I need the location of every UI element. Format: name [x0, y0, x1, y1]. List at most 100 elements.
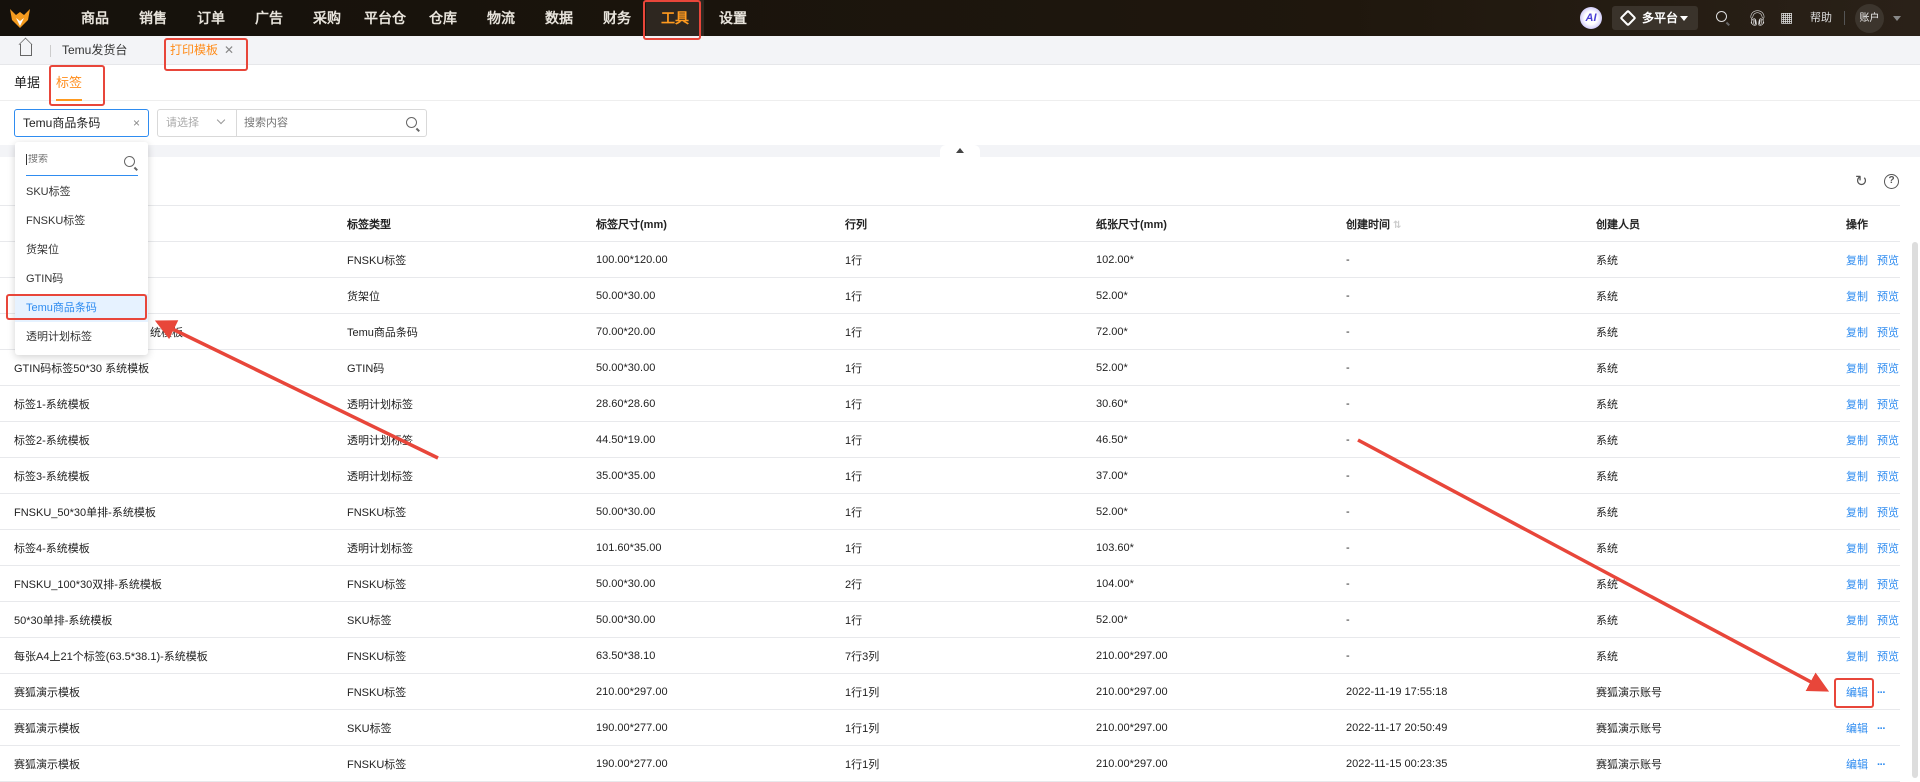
- preview-button[interactable]: 预览: [1877, 255, 1899, 267]
- home-icon[interactable]: [20, 44, 32, 56]
- cell-name: FNSKU_50*30单排-系统模板: [0, 493, 333, 530]
- nav-item[interactable]: 物流: [472, 0, 530, 36]
- preview-button[interactable]: 预览: [1877, 543, 1899, 555]
- copy-button[interactable]: 复制: [1846, 435, 1868, 447]
- subtab-labels[interactable]: 标签: [52, 65, 86, 101]
- fox-logo[interactable]: [8, 6, 32, 30]
- dropdown-option[interactable]: FNSKU标签: [15, 207, 148, 235]
- cell-creator: 赛狐演示账号: [1582, 709, 1832, 746]
- edit-button[interactable]: 编辑: [1846, 759, 1868, 771]
- template-table: 标签类型 标签尺寸(mm) 行列 纸张尺寸(mm) 创建时间 ⇅ 创建人员 操作 FNSKU标…: [0, 205, 1900, 782]
- copy-button[interactable]: 复制: [1846, 255, 1868, 267]
- collapse-filter-button[interactable]: [940, 145, 980, 157]
- cell-rc: 1行1列: [831, 709, 1082, 746]
- dropdown-option[interactable]: GTIN码: [15, 265, 148, 293]
- scrollbar[interactable]: [1912, 242, 1918, 778]
- copy-button[interactable]: 复制: [1846, 579, 1868, 591]
- preview-button[interactable]: 预览: [1877, 651, 1899, 663]
- apps-grid-icon[interactable]: ▦: [1780, 9, 1793, 26]
- preview-button[interactable]: 预览: [1877, 435, 1899, 447]
- preview-button[interactable]: 预览: [1877, 327, 1899, 339]
- cell-type: Temu商品条码: [333, 313, 582, 350]
- cell-actions: 复制 预览: [1832, 349, 1900, 386]
- ai-assistant-button[interactable]: AI: [1580, 7, 1602, 29]
- nav-item[interactable]: 工具: [646, 0, 704, 36]
- nav-item[interactable]: 财务: [588, 0, 646, 36]
- subtab-documents[interactable]: 单据: [14, 65, 40, 101]
- copy-button[interactable]: 复制: [1846, 651, 1868, 663]
- field-select[interactable]: 请选择: [166, 110, 199, 136]
- cell-size: 101.60*35.00: [582, 529, 831, 566]
- cell-creator: 系统: [1582, 565, 1832, 602]
- cell-type: SKU标签: [333, 601, 582, 638]
- edit-button[interactable]: 编辑: [1846, 723, 1868, 735]
- dropdown-option[interactable]: Temu商品条码: [15, 294, 148, 322]
- preview-button[interactable]: 预览: [1877, 363, 1899, 375]
- edit-button[interactable]: 编辑: [1846, 687, 1868, 699]
- help-link[interactable]: 帮助: [1810, 0, 1832, 36]
- platform-switch-button[interactable]: 多平台: [1612, 6, 1698, 30]
- tab-print-template[interactable]: 打印模板: [170, 36, 218, 65]
- dropdown-search-input[interactable]: [26, 154, 116, 165]
- copy-button[interactable]: 复制: [1846, 543, 1868, 555]
- refresh-icon[interactable]: ↻: [1855, 172, 1868, 190]
- more-icon[interactable]: ···: [1877, 723, 1886, 735]
- nav-item[interactable]: 数据: [530, 0, 588, 36]
- cell-rc: 1行: [831, 313, 1082, 350]
- nav-item[interactable]: 采购: [298, 0, 356, 36]
- preview-button[interactable]: 预览: [1877, 579, 1899, 591]
- table-row: GTIN码标签50*30 系统模板 GTIN码 50.00*30.00 1行 52.00…: [0, 349, 1900, 386]
- copy-button[interactable]: 复制: [1846, 399, 1868, 411]
- cell-name: 标签1-系统模板: [0, 385, 333, 422]
- copy-button[interactable]: 复制: [1846, 471, 1868, 483]
- nav-item[interactable]: 平台仓: [356, 0, 414, 36]
- preview-button[interactable]: 预览: [1877, 507, 1899, 519]
- search-input[interactable]: [244, 112, 394, 134]
- preview-button[interactable]: 预览: [1877, 291, 1899, 303]
- column-title: 创建人员: [1596, 218, 1640, 231]
- cell-creator: 系统: [1582, 277, 1832, 314]
- clear-icon[interactable]: ×: [133, 110, 140, 136]
- preview-button[interactable]: 预览: [1877, 615, 1899, 627]
- copy-button[interactable]: 复制: [1846, 615, 1868, 627]
- tab-temu-shipping[interactable]: Temu发货台: [62, 36, 127, 65]
- search-icon[interactable]: [1716, 11, 1727, 22]
- search-icon[interactable]: [406, 117, 417, 128]
- close-icon[interactable]: ✕: [224, 36, 234, 64]
- copy-button[interactable]: 复制: [1846, 507, 1868, 519]
- nav-item[interactable]: 订单: [182, 0, 240, 36]
- column-header: 行列: [831, 205, 1082, 242]
- nav-item[interactable]: 商品: [66, 0, 124, 36]
- sort-icon[interactable]: ⇅: [1393, 220, 1401, 231]
- dropdown-option[interactable]: 货架位: [15, 236, 148, 264]
- cell-size: 63.50*38.10: [582, 637, 831, 674]
- table-row: 货架位 50.00*30.00 1行 52.00* - 系统 复制 预览: [0, 277, 1900, 314]
- dropdown-option[interactable]: SKU标签: [15, 178, 148, 206]
- cell-time: 2022-11-19 17:55:18: [1332, 673, 1582, 710]
- cell-time: -: [1332, 637, 1582, 674]
- preview-button[interactable]: 预览: [1877, 399, 1899, 411]
- cell-type: 透明计划标签: [333, 529, 582, 566]
- cell-size: 50.00*30.00: [582, 349, 831, 386]
- search-group: 请选择: [157, 109, 427, 137]
- caret-down-icon[interactable]: [1893, 16, 1901, 21]
- label-type-select[interactable]: Temu商品条码 ×: [14, 109, 149, 137]
- cell-actions: 复制 预览: [1832, 601, 1900, 638]
- copy-button[interactable]: 复制: [1846, 363, 1868, 375]
- preview-button[interactable]: 预览: [1877, 471, 1899, 483]
- help-icon[interactable]: ?: [1884, 174, 1899, 189]
- more-icon[interactable]: ···: [1877, 759, 1886, 771]
- nav-item[interactable]: 仓库: [414, 0, 472, 36]
- table-row: FNSKU_100*30双排-系统模板 FNSKU标签 50.00*30.00 2行 1…: [0, 565, 1900, 602]
- nav-item[interactable]: 广告: [240, 0, 298, 36]
- more-icon[interactable]: ···: [1877, 687, 1886, 699]
- copy-button[interactable]: 复制: [1846, 291, 1868, 303]
- nav-item[interactable]: 销售: [124, 0, 182, 36]
- copy-button[interactable]: 复制: [1846, 327, 1868, 339]
- table-row: 标签2-系统模板 透明计划标签 44.50*19.00 1行 46.50* - 系统 复制 预览: [0, 421, 1900, 458]
- nav-item[interactable]: 设置: [704, 0, 762, 36]
- table-row: 赛狐演示模板 FNSKU标签 190.00*277.00 1行1列 210.00*297…: [0, 745, 1900, 782]
- dropdown-option[interactable]: 透明计划标签: [15, 323, 148, 351]
- headset-icon[interactable]: 🎧︎: [1748, 9, 1767, 27]
- account-avatar[interactable]: 账户: [1855, 4, 1884, 33]
